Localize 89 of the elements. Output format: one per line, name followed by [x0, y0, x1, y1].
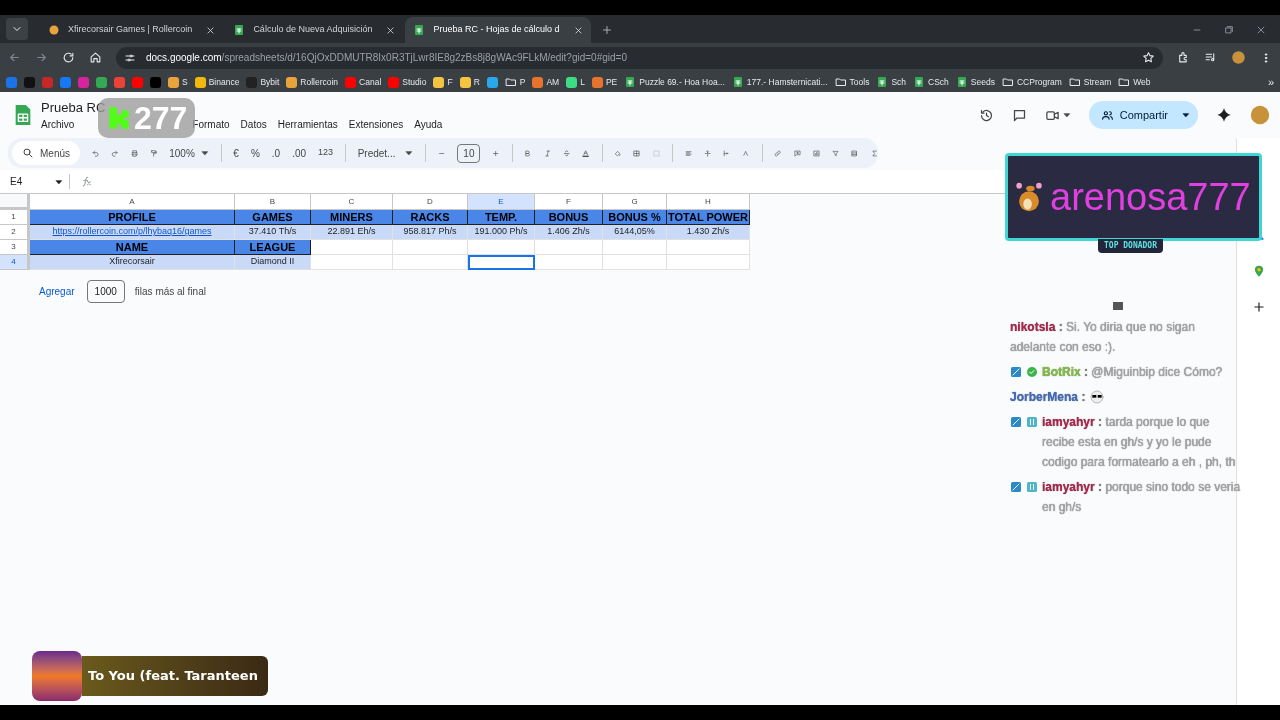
column-header[interactable]: D: [393, 194, 468, 210]
chat-message: nikotsla : Si. Yo diria que no sigan adelante con eso :).: [1010, 319, 1196, 356]
share-button[interactable]: Compartir: [1088, 101, 1198, 129]
bookmark[interactable]: P: [504, 75, 526, 89]
column-header[interactable]: C: [311, 194, 393, 210]
bookmark[interactable]: Web: [1118, 75, 1151, 89]
column-title-cell[interactable]: NAME: [30, 240, 235, 255]
column-title-cell[interactable]: BONUS %: [603, 210, 667, 225]
more-bookmarks-button[interactable]: »: [1267, 73, 1274, 91]
menu-item[interactable]: Extensiones: [348, 116, 404, 132]
bookmark[interactable]: CSch: [913, 75, 949, 89]
tab-title: Prueba RC - Hojas de cálculo d: [433, 23, 560, 37]
menu-item[interactable]: Ayuda: [414, 116, 443, 132]
bookmark[interactable]: CCProgram: [1001, 75, 1062, 89]
bookmark[interactable]: L: [566, 75, 585, 89]
column-title-cell[interactable]: RACKS: [393, 210, 468, 225]
font-size-field[interactable]: 10: [457, 143, 481, 163]
table-cell[interactable]: 6144,05%: [603, 225, 667, 240]
menu-item[interactable]: Datos: [240, 116, 267, 132]
browser-tab[interactable]: Prueba RC - Hojas de cálculo d: [405, 17, 591, 43]
bookmark[interactable]: Stream: [1068, 75, 1112, 89]
chat-message: BotRix : @Miguinbip dice Cómo?: [1042, 364, 1224, 381]
table-cell[interactable]: 958.817 Ph/s: [393, 225, 468, 240]
add-rows-label: filas más al final: [134, 285, 206, 299]
donor-name: arenosa777: [1050, 178, 1251, 216]
table-cell[interactable]: Xfirecorsair: [30, 255, 235, 270]
tab-title: Cálculo de Nueva Adquisición: [253, 23, 373, 37]
row-header[interactable]: 2: [0, 225, 30, 240]
row-header[interactable]: 1: [0, 210, 30, 225]
column-header[interactable]: H: [667, 194, 750, 210]
increase-decimals-button[interactable]: .00: [292, 145, 307, 161]
bookmark[interactable]: Canal: [345, 75, 382, 89]
column-title-cell[interactable]: TOTAL POWER: [667, 210, 750, 225]
chat-message: iamyahyr : porque sino todo se veria en gh/s: [1042, 479, 1242, 516]
decrease-decimals-button[interactable]: .0: [271, 145, 281, 161]
tab-title: Xfirecorsair Games | Rollercoin: [68, 23, 193, 37]
table-cell[interactable]: 191.000 Ph/s: [468, 225, 535, 240]
bookmark[interactable]: Sch: [876, 75, 907, 89]
table-cell[interactable]: 22.891 Eh/s: [311, 225, 393, 240]
currency-button[interactable]: €: [233, 145, 239, 161]
bookmark[interactable]: Studio: [388, 75, 427, 89]
bookmark[interactable]: F: [433, 75, 453, 89]
browser-tab[interactable]: Cálculo de Nueva Adquisición: [225, 17, 404, 43]
bookmark[interactable]: Puzzle 69.- Hoa Hoa...: [624, 75, 725, 89]
address-bar[interactable]: docs.google.com/spreadsheets/d/16QjOxDDMUTR8Ix0R3TjLwr8IE8g2zBs8j8gWAc9FLkM/edit?gid=0#gid=0: [116, 46, 1163, 69]
bookmark[interactable]: AM: [532, 75, 560, 89]
number-format-button[interactable]: 123: [318, 146, 334, 160]
row-count-field[interactable]: 1000: [86, 280, 125, 303]
menu-item[interactable]: Archivo: [41, 116, 75, 132]
zoom-dropdown[interactable]: 100%: [169, 145, 209, 161]
donor-badge: TOP DONADOR: [1098, 239, 1163, 253]
column-header[interactable]: F: [535, 194, 603, 210]
song-title-banner: To You (feat. Taranteen: [82, 656, 268, 696]
link-cell[interactable]: https://rollercoin.com/p/lhybaq16/games: [30, 225, 235, 240]
browser-tab[interactable]: Xfirecorsair Games | Rollercoin: [40, 17, 224, 43]
bookmark[interactable]: Bybit: [246, 75, 280, 89]
add-rows-button[interactable]: Agregar: [39, 284, 75, 299]
column-header[interactable]: E: [468, 194, 535, 210]
table-cell[interactable]: 37.410 Th/s: [235, 225, 311, 240]
column-title-cell[interactable]: TEMP.: [468, 210, 535, 225]
bookmark[interactable]: 177.- Hamsternicati...: [731, 75, 828, 89]
column-header[interactable]: A: [30, 194, 235, 210]
font-dropdown[interactable]: Predet...: [357, 145, 414, 161]
bookmark[interactable]: Tools: [834, 75, 870, 89]
column-title-cell[interactable]: GAMES: [235, 210, 311, 225]
row-header[interactable]: 4: [0, 255, 30, 270]
name-box[interactable]: E4: [0, 174, 70, 189]
url-text: docs.google.com/spreadsheets/d/16QjOxDDMUTR8Ix0R3TjLwr8IE8g2zBs8j8gWAc9FLkM/edit?gid=0#gid=0: [146, 51, 627, 65]
table-cell[interactable]: 1.430 Zh/s: [667, 225, 750, 240]
row-header[interactable]: 3: [0, 240, 30, 255]
column-title-cell[interactable]: BONUS: [535, 210, 603, 225]
bookmark[interactable]: Seeds: [955, 75, 995, 89]
menus-search-field[interactable]: Menús: [12, 141, 80, 165]
column-title-cell[interactable]: LEAGUE: [235, 240, 311, 255]
percent-button[interactable]: %: [250, 145, 260, 161]
bookmark[interactable]: Binance: [194, 75, 240, 89]
table-cell[interactable]: 1.406 Zh/s: [535, 225, 603, 240]
menu-item[interactable]: Formato: [192, 116, 230, 132]
bookmark[interactable]: PE: [591, 75, 618, 89]
column-title-cell[interactable]: MINERS: [311, 210, 393, 225]
chat-message: JorberMena :: [1010, 389, 1086, 406]
table-cell[interactable]: Diamond II: [235, 255, 311, 270]
bookmark[interactable]: S: [168, 75, 188, 89]
column-header[interactable]: G: [603, 194, 667, 210]
column-header[interactable]: B: [235, 194, 311, 210]
bookmark[interactable]: Rollercoin: [286, 75, 339, 89]
bookmark[interactable]: R: [459, 75, 480, 89]
column-title-cell[interactable]: PROFILE: [30, 210, 235, 225]
menu-item[interactable]: Herramientas: [277, 116, 338, 132]
